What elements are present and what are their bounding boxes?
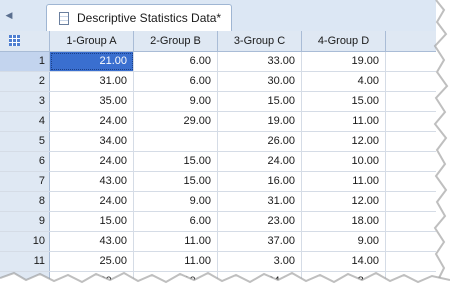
cell-group-b[interactable]: 6.00	[134, 52, 218, 71]
cell-group-a[interactable]: 21.00	[50, 52, 134, 71]
row-number[interactable]: 10	[0, 232, 50, 251]
row-number[interactable]: 8	[0, 192, 50, 211]
tab-scroll-left-icon[interactable]: ◀	[4, 9, 14, 21]
cell-group-c[interactable]: 3.00	[218, 252, 302, 271]
table-row: 2 31.00 6.00 30.00 4.00	[0, 72, 436, 92]
table-row: 6 24.00 15.00 24.00 10.00	[0, 152, 436, 172]
cell-group-c[interactable]: 19.00	[218, 112, 302, 131]
column-header-group-b[interactable]: 2-Group B	[134, 31, 218, 51]
cell-group-d[interactable]: 18.00	[302, 212, 386, 231]
cell-group-b[interactable]: 9.00	[134, 92, 218, 111]
cell-group-b[interactable]: 29.00	[134, 112, 218, 131]
grid-body: 1 21.00 6.00 33.00 19.00 2 31.00 6.00 30.00 4.00 3…	[0, 52, 436, 287]
cell-group-b[interactable]: 11.00	[134, 232, 218, 251]
cell-group-a[interactable]: 43.00	[50, 172, 134, 191]
data-grid: 1-Group A 2-Group B 3-Group C 4-Group D …	[0, 31, 436, 287]
grid-icon	[9, 35, 20, 46]
cell-group-b[interactable]: 15.00	[134, 172, 218, 191]
row-number[interactable]: 11	[0, 252, 50, 271]
cell-group-a[interactable]: 15.00	[50, 212, 134, 231]
column-header-group-c[interactable]: 3-Group C	[218, 31, 302, 51]
row-number[interactable]: 4	[0, 112, 50, 131]
cell-group-b[interactable]: 9.00	[134, 192, 218, 211]
row-number[interactable]: 5	[0, 132, 50, 151]
column-header-row: 1-Group A 2-Group B 3-Group C 4-Group D	[0, 31, 436, 52]
row-number[interactable]: 6	[0, 152, 50, 171]
cell-group-a[interactable]: 43.00	[50, 232, 134, 251]
cell-group-c[interactable]: 31.00	[218, 192, 302, 211]
cell-group-c[interactable]: 30.00	[218, 72, 302, 91]
cell-group-c[interactable]: 37.00	[218, 232, 302, 251]
worksheet-icon	[59, 12, 69, 25]
cell-group-c[interactable]: 24.00	[218, 152, 302, 171]
column-header-group-d[interactable]: 4-Group D	[302, 31, 386, 51]
cell-group-b[interactable]: 6.00	[134, 72, 218, 91]
cell-group-d[interactable]: 11.00	[302, 172, 386, 191]
cell-group-b[interactable]: 15.00	[134, 152, 218, 171]
cell-group-b[interactable]: 11.00	[134, 252, 218, 271]
cell-group-a[interactable]: 34.00	[50, 132, 134, 151]
cell-group-d[interactable]: 12.00	[302, 192, 386, 211]
table-row: 7 43.00 15.00 16.00 11.00	[0, 172, 436, 192]
table-row: 4 24.00 29.00 19.00 11.00	[0, 112, 436, 132]
cell-group-c[interactable]: 26.00	[218, 132, 302, 151]
cell-group-a[interactable]: 35.00	[50, 92, 134, 111]
table-row: 10 43.00 11.00 37.00 9.00	[0, 232, 436, 252]
cell-group-d[interactable]: 19.00	[302, 52, 386, 71]
cell-group-d[interactable]: 11.00	[302, 112, 386, 131]
table-row: 11 25.00 11.00 3.00 14.00	[0, 252, 436, 272]
cell-group-a[interactable]: 24.00	[50, 152, 134, 171]
cell-group-d[interactable]: 4.00	[302, 72, 386, 91]
cell-group-a[interactable]: 24.00	[50, 112, 134, 131]
row-number[interactable]: 7	[0, 172, 50, 191]
cell-group-c[interactable]: 16.00	[218, 172, 302, 191]
table-row: 5 34.00 26.00 12.00	[0, 132, 436, 152]
cell-group-d[interactable]: 12.00	[302, 132, 386, 151]
tab-label: Descriptive Statistics Data*	[77, 11, 222, 25]
cell-group-a[interactable]: 31.00	[50, 72, 134, 91]
row-number[interactable]: 2	[0, 72, 50, 91]
table-row: 3 35.00 9.00 15.00 15.00	[0, 92, 436, 112]
table-row: 8 24.00 9.00 31.00 12.00	[0, 192, 436, 212]
row-number[interactable]: 9	[0, 212, 50, 231]
cell-group-c[interactable]: 15.00	[218, 92, 302, 111]
tab-strip: ◀ Descriptive Statistics Data*	[0, 0, 436, 32]
cell-group-a[interactable]: 24.00	[50, 192, 134, 211]
cell-group-c[interactable]: 23.00	[218, 212, 302, 231]
table-row: 9 15.00 6.00 23.00 18.00	[0, 212, 436, 232]
torn-edge-bottom	[0, 271, 450, 299]
row-number[interactable]: 3	[0, 92, 50, 111]
cell-group-d[interactable]: 9.00	[302, 232, 386, 251]
cell-group-d[interactable]: 10.00	[302, 152, 386, 171]
cell-group-b[interactable]: 6.00	[134, 212, 218, 231]
torn-edge-right	[433, 0, 450, 281]
cell-group-a[interactable]: 25.00	[50, 252, 134, 271]
row-number[interactable]: 1	[0, 52, 50, 71]
cell-group-d[interactable]: 14.00	[302, 252, 386, 271]
cell-group-c[interactable]: 33.00	[218, 52, 302, 71]
table-row: 1 21.00 6.00 33.00 19.00	[0, 52, 436, 72]
document-window: ◀ Descriptive Statistics Data* 1-Group A…	[0, 0, 436, 287]
column-header-group-a[interactable]: 1-Group A	[50, 31, 134, 51]
tab-descriptive-statistics-data[interactable]: Descriptive Statistics Data*	[46, 4, 232, 31]
cell-group-d[interactable]: 15.00	[302, 92, 386, 111]
cell-group-b[interactable]	[134, 132, 218, 151]
select-all-corner[interactable]	[0, 31, 50, 51]
